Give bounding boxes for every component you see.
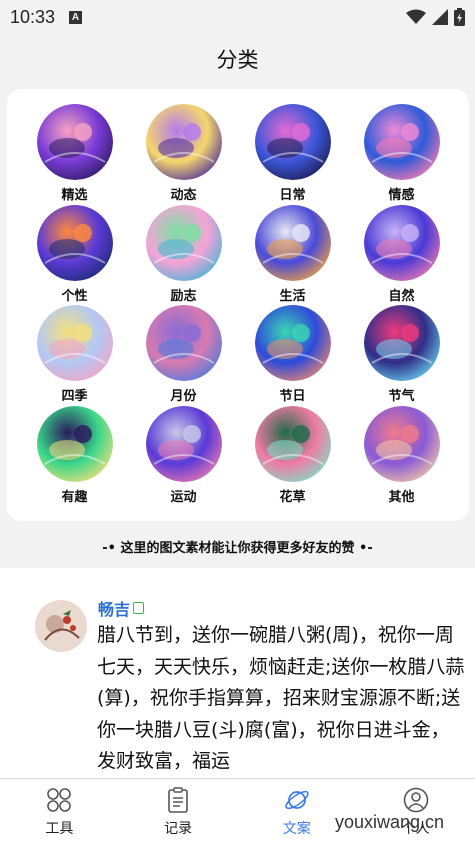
nav-item-records[interactable]: 记录 xyxy=(119,779,238,844)
status-icons xyxy=(406,8,465,26)
nav-item-profile[interactable]: 个人 xyxy=(356,779,475,844)
category-item[interactable]: 月份 xyxy=(129,305,238,406)
category-label: 动态 xyxy=(170,188,197,203)
category-card: 精选 动态 日常 情感个性 励志 生活 自然四季 月份 节日 节气有趣 运动 花草 其他 xyxy=(7,89,469,521)
user-icon xyxy=(403,787,428,813)
dolphin-illustration xyxy=(363,204,440,281)
mushroom-illustration xyxy=(145,305,222,381)
category-label: 运动 xyxy=(170,489,197,505)
category-item[interactable]: 精选 xyxy=(20,104,129,205)
category-label: 个性 xyxy=(61,288,88,304)
category-item[interactable]: 自然 xyxy=(347,204,456,306)
category-item[interactable]: 节气 xyxy=(347,305,456,406)
grid-circles-icon xyxy=(47,788,72,812)
garden-illustration xyxy=(145,204,222,281)
author-avatar[interactable] xyxy=(35,600,87,652)
wifi-icon xyxy=(406,9,426,24)
author-badge-icon xyxy=(133,602,145,614)
category-item[interactable]: 情感 xyxy=(347,104,456,205)
category-label: 自然 xyxy=(388,288,415,304)
planet-icon xyxy=(285,790,309,810)
author-name: 畅吉 xyxy=(98,600,131,619)
category-label: 四季 xyxy=(61,389,88,404)
flamingo-illustration xyxy=(254,405,331,482)
tagline: -• 这里的图文素材能让你获得更多好友的赞 •- xyxy=(102,541,373,556)
shark-illustration xyxy=(145,405,222,482)
category-label: 节日 xyxy=(279,389,306,404)
category-item[interactable]: 运动 xyxy=(129,405,238,507)
status-bar: 10:33 A xyxy=(0,0,475,34)
category-item[interactable]: 生活 xyxy=(238,204,347,306)
nav-item-tools[interactable]: 工具 xyxy=(0,779,119,844)
category-label: 有趣 xyxy=(61,489,88,505)
jellyfish-illustration xyxy=(363,405,440,482)
notification-icon: A xyxy=(69,10,83,24)
moon-illustration xyxy=(36,305,113,381)
fairy-illustration xyxy=(363,104,440,180)
status-time: 10:33 xyxy=(10,6,56,27)
ocean-illustration xyxy=(254,305,331,381)
category-label: 月份 xyxy=(170,389,197,404)
category-label: 励志 xyxy=(170,288,197,304)
rabbits-illustration xyxy=(36,104,113,180)
post-text: 腊八节到，送你一碗腊八粥(周)，祝你一周七天，天天快乐，烦恼赶走;送你一枚腊八蒜… xyxy=(97,624,465,772)
category-item[interactable]: 节日 xyxy=(238,305,347,406)
battery-icon xyxy=(454,8,465,26)
category-label: 其他 xyxy=(388,489,415,505)
category-item[interactable]: 个性 xyxy=(20,204,129,306)
island-illustration xyxy=(36,405,113,482)
category-label: 节气 xyxy=(388,389,415,404)
page-title: 分类 xyxy=(216,48,259,72)
nav-label-copywriting: 文案 xyxy=(282,821,311,837)
swirl-illustration xyxy=(145,104,222,180)
category-item[interactable]: 日常 xyxy=(238,104,347,205)
category-item[interactable]: 花草 xyxy=(238,405,347,507)
coral-illustration xyxy=(363,305,440,381)
category-label: 日常 xyxy=(279,188,306,203)
category-label: 花草 xyxy=(279,489,306,505)
category-item[interactable]: 励志 xyxy=(129,204,238,306)
category-label: 生活 xyxy=(279,288,306,304)
category-label: 情感 xyxy=(388,188,415,203)
girl-night-illustration xyxy=(254,104,331,180)
category-item[interactable]: 四季 xyxy=(20,305,129,406)
nav-label-profile: 个人 xyxy=(401,821,430,837)
nav-item-copywriting[interactable]: 文案 xyxy=(238,779,357,844)
cat-illustration xyxy=(254,204,331,281)
category-item[interactable]: 有趣 xyxy=(20,405,129,507)
nav-label-records: 记录 xyxy=(164,821,193,837)
whale-illustration xyxy=(36,204,113,281)
category-item[interactable]: 其他 xyxy=(347,405,456,507)
clipboard-icon xyxy=(168,787,188,813)
category-label: 精选 xyxy=(61,188,88,203)
nav-label-tools: 工具 xyxy=(45,821,74,837)
post-card[interactable]: 畅吉 腊八节到，送你一碗腊八粥(周)，祝你一周七天，天天快乐，烦恼赶走;送你一枚… xyxy=(0,568,475,778)
signal-icon xyxy=(432,9,448,25)
bottom-nav: 工具 记录 文案 个人 xyxy=(0,778,475,844)
post-author[interactable]: 畅吉 xyxy=(98,596,145,620)
category-item[interactable]: 动态 xyxy=(129,104,238,205)
category-grid: 精选 动态 日常 情感个性 励志 生活 自然四季 月份 节日 节气有趣 运动 花草 其他 xyxy=(20,104,456,506)
